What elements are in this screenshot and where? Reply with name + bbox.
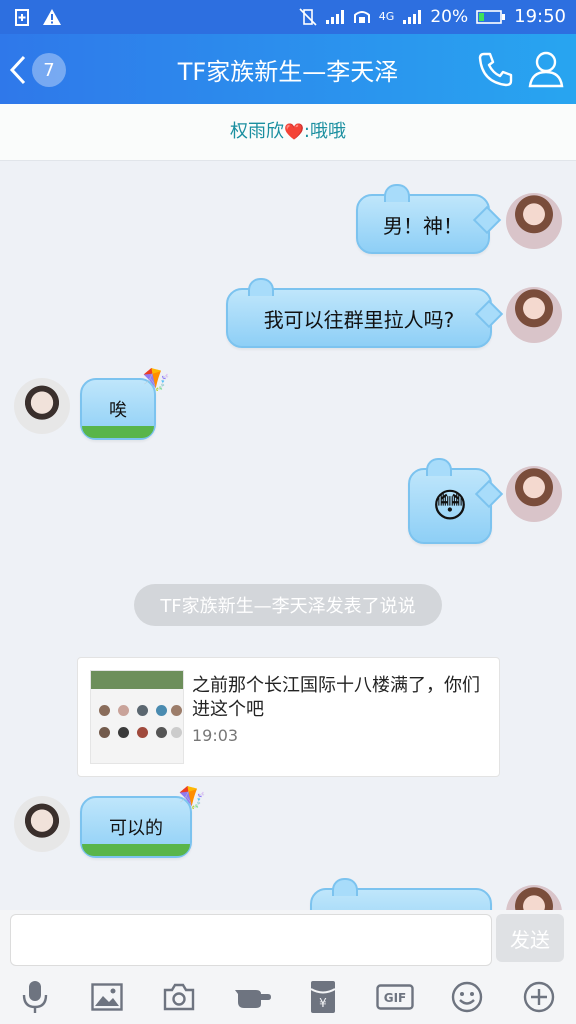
- announcement-banner[interactable]: 权雨欣❤️:哦哦: [0, 104, 576, 161]
- bubble-ear: [384, 184, 410, 202]
- phone-icon: [478, 52, 513, 87]
- outgoing-message[interactable]: 😳: [408, 458, 504, 544]
- card-thumbnail: [90, 670, 184, 764]
- voice-button[interactable]: [18, 980, 52, 1014]
- person-icon: [528, 51, 564, 88]
- message-text: 唉: [109, 400, 127, 421]
- profile-button[interactable]: [528, 50, 566, 88]
- warning-icon: [43, 9, 61, 25]
- outgoing-message[interactable]: 男！神！: [356, 184, 502, 254]
- battery-icon: [476, 9, 506, 24]
- avatar[interactable]: [14, 796, 70, 852]
- banner-sender: 权雨欣: [230, 121, 284, 142]
- banner-message: :哦哦: [303, 121, 346, 142]
- bubble-tail: [474, 299, 504, 329]
- gif-icon: GIF: [376, 984, 414, 1010]
- emoji-icon: [451, 981, 483, 1013]
- battery-saver-icon: [15, 9, 29, 26]
- vibrate-icon: [299, 7, 317, 26]
- camera-button[interactable]: [162, 980, 196, 1014]
- incoming-message[interactable]: 可以的 🪁: [80, 786, 206, 858]
- camera-icon: [163, 983, 195, 1011]
- more-button[interactable]: [522, 980, 556, 1014]
- kite-icon: 🪁: [178, 786, 206, 811]
- heart-icon: ❤️: [284, 122, 304, 141]
- signal-icon: [325, 9, 344, 24]
- avatar[interactable]: [506, 193, 562, 249]
- image-icon: [91, 983, 123, 1011]
- gif-button[interactable]: GIF: [376, 980, 414, 1014]
- plus-icon: [523, 981, 555, 1013]
- mic-icon: [22, 981, 48, 1013]
- shared-link-card[interactable]: 之前那个长江国际十八楼满了，你们进这个吧 19:03: [77, 657, 500, 777]
- system-notice[interactable]: TF家族新生—李天泽发表了说说: [134, 584, 442, 626]
- photo-button[interactable]: [90, 980, 124, 1014]
- avatar[interactable]: [506, 287, 562, 343]
- clock: 19:50: [514, 6, 566, 27]
- red-packet-icon: ¥: [310, 981, 336, 1013]
- card-text: 之前那个长江国际十八楼满了，你们进这个吧: [192, 675, 480, 720]
- flushed-emoji-icon: 😳: [432, 486, 468, 526]
- outgoing-message[interactable]: 我可以往群里拉人吗?: [226, 278, 504, 348]
- bubble-tail: [472, 205, 502, 235]
- hd-icon: [353, 10, 370, 23]
- chat-header: 7 TF家族新生—李天泽: [0, 34, 576, 104]
- message-input[interactable]: [10, 914, 492, 966]
- kite-icon: 🪁: [142, 368, 170, 393]
- svg-text:GIF: GIF: [384, 991, 407, 1005]
- svg-text:¥: ¥: [319, 996, 327, 1010]
- grass-decoration: [82, 844, 190, 856]
- incoming-message[interactable]: 唉 🪁: [80, 368, 170, 440]
- network-type: 4G: [378, 10, 395, 23]
- bubble-ear: [332, 878, 358, 896]
- call-button[interactable]: [476, 50, 514, 88]
- bubble-ear: [426, 458, 452, 476]
- avatar[interactable]: [14, 378, 70, 434]
- message-text: 我可以往群里拉人吗?: [263, 307, 455, 332]
- input-bar: 发送: [0, 910, 576, 972]
- battery-percent: 20%: [430, 6, 469, 27]
- bubble-tail: [474, 479, 504, 509]
- avatar[interactable]: [506, 466, 562, 522]
- hand-icon: [235, 990, 271, 1008]
- red-packet-button[interactable]: ¥: [306, 980, 340, 1014]
- signal-icon-2: [403, 9, 422, 24]
- bubble-ear: [248, 278, 274, 296]
- send-button[interactable]: 发送: [496, 914, 564, 962]
- status-bar: 4G 20% 19:50: [0, 0, 576, 34]
- card-time: 19:03: [192, 726, 239, 745]
- message-text: 男！神！: [383, 213, 463, 238]
- poke-button[interactable]: [234, 980, 272, 1014]
- message-text: 可以的: [109, 818, 163, 839]
- chat-toolbar: ¥ GIF: [0, 972, 576, 1024]
- emoji-button[interactable]: [450, 980, 484, 1014]
- grass-decoration: [82, 426, 154, 438]
